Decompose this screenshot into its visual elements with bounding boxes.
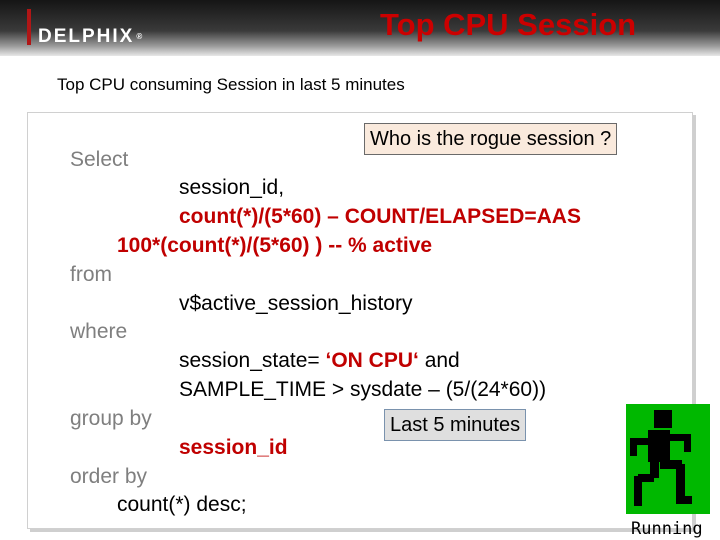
delphix-logo: DELPHIX ® <box>38 26 143 47</box>
sql-code-box: Select session_id, count(*)/(5*60) – COU… <box>27 112 693 529</box>
rogue-session-callout: Who is the rogue session ? <box>364 123 618 155</box>
slide-title: Top CPU Session <box>380 7 637 42</box>
from-table: v$active_session_history <box>179 292 413 315</box>
running-label: Running <box>631 519 703 539</box>
logo-accent-bar <box>27 9 31 45</box>
group-by-keyword: group by <box>70 407 152 430</box>
select-column-aas: count(*)/(5*60) – COUNT/ELAPSED=AAS <box>179 205 581 228</box>
condition-suffix: and <box>418 349 460 372</box>
on-cpu-value: ‘ON CPU‘ <box>325 349 419 372</box>
order-by-keyword: order by <box>70 465 148 488</box>
where-condition-session-state: session_state= ‘ON CPU‘ and <box>179 348 460 374</box>
running-person-icon <box>626 404 710 514</box>
where-keyword: where <box>70 320 128 343</box>
select-column-session-id: session_id, <box>179 176 285 199</box>
group-by-column: session_id <box>179 436 288 459</box>
last-5-minutes-callout: Last 5 minutes <box>384 409 527 441</box>
running-figure-icon <box>630 410 692 506</box>
from-keyword: from <box>70 263 112 286</box>
header-bar: DELPHIX ® Top CPU Session <box>0 0 720 56</box>
slide-subtitle: Top CPU consuming Session in last 5 minu… <box>57 75 405 94</box>
where-condition-sample-time: SAMPLE_TIME > sysdate – (5/(24*60)) <box>179 378 547 401</box>
select-keyword: Select <box>70 148 129 171</box>
condition-prefix: session_state= <box>179 349 326 372</box>
order-by-expression: count(*) desc; <box>117 493 247 516</box>
select-column-pct-active: 100*(count(*)/(5*60) ) -- % active <box>117 234 433 257</box>
